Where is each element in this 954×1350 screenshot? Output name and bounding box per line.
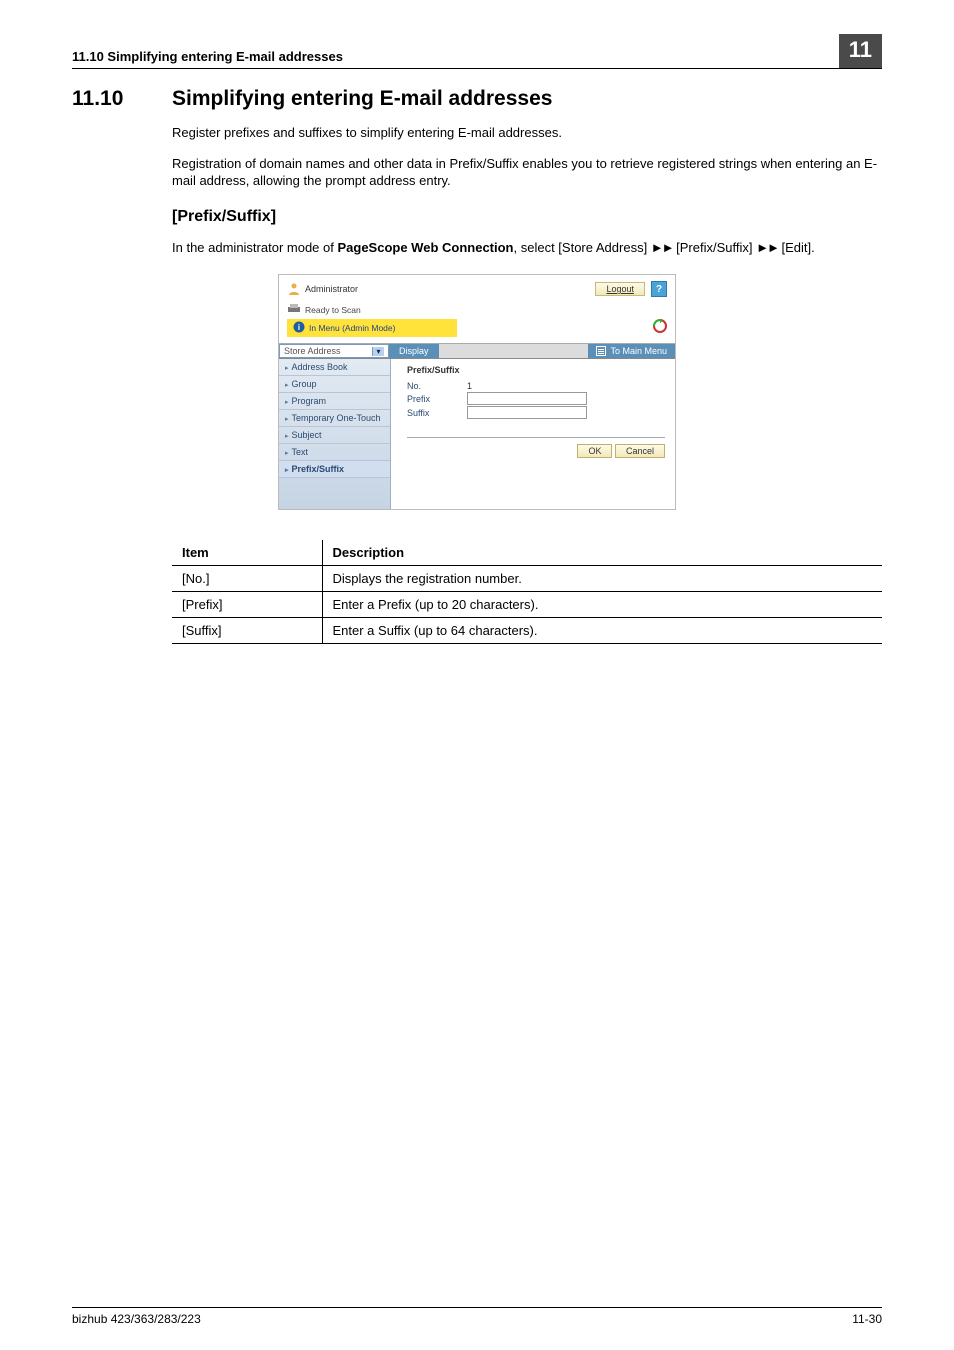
cell-item: [Prefix] bbox=[172, 592, 322, 618]
chevron-down-icon: ▾ bbox=[372, 347, 384, 356]
footer-right: 11-30 bbox=[852, 1312, 882, 1326]
sidebar-item-group[interactable]: ▸Group bbox=[279, 376, 390, 393]
instr-bold: PageScope Web Connection bbox=[337, 240, 513, 255]
sidebar-item-label: Temporary One-Touch bbox=[292, 413, 381, 423]
sidebar-item-subject[interactable]: ▸Subject bbox=[279, 427, 390, 444]
cell-desc: Displays the registration number. bbox=[322, 566, 882, 592]
instr-c: [Edit]. bbox=[778, 240, 815, 255]
arrow-icon: ►► bbox=[651, 240, 673, 255]
sidebar-item-program[interactable]: ▸Program bbox=[279, 393, 390, 410]
instr-a: , select [Store Address] bbox=[514, 240, 651, 255]
status-menu-text: In Menu (Admin Mode) bbox=[309, 323, 395, 333]
footer-left: bizhub 423/363/283/223 bbox=[72, 1312, 201, 1326]
store-address-label: Store Address bbox=[284, 346, 341, 356]
form-title: Prefix/Suffix bbox=[407, 365, 665, 375]
paragraph-1: Register prefixes and suffixes to simpli… bbox=[172, 124, 882, 142]
info-icon: i bbox=[293, 321, 305, 335]
sidebar-item-prefix-suffix[interactable]: ▸Prefix/Suffix bbox=[279, 461, 390, 478]
instr-pre: In the administrator mode of bbox=[172, 240, 337, 255]
table-row: [Suffix] Enter a Suffix (up to 64 charac… bbox=[172, 618, 882, 644]
sidebar-item-label: Text bbox=[292, 447, 309, 457]
status-ready: Ready to Scan bbox=[305, 305, 361, 315]
arrow-icon: ►► bbox=[756, 240, 778, 255]
running-head-text: 11.10 Simplifying entering E-mail addres… bbox=[72, 49, 827, 64]
to-main-label: To Main Menu bbox=[610, 346, 667, 356]
cell-item: [No.] bbox=[172, 566, 322, 592]
to-main-menu-button[interactable]: To Main Menu bbox=[588, 344, 675, 358]
printer-icon bbox=[287, 303, 301, 317]
table-row: [No.] Displays the registration number. bbox=[172, 566, 882, 592]
suffix-label: Suffix bbox=[407, 408, 467, 418]
sidebar-item-address-book[interactable]: ▸Address Book bbox=[279, 359, 390, 376]
instruction-line: In the administrator mode of PageScope W… bbox=[172, 239, 882, 257]
prefix-input[interactable] bbox=[467, 392, 587, 405]
prefix-label: Prefix bbox=[407, 394, 467, 404]
paragraph-2: Registration of domain names and other d… bbox=[172, 155, 882, 190]
admin-label: Administrator bbox=[305, 284, 358, 294]
help-icon[interactable]: ? bbox=[651, 281, 667, 297]
no-label: No. bbox=[407, 381, 467, 391]
suffix-input[interactable] bbox=[467, 406, 587, 419]
no-value: 1 bbox=[467, 381, 472, 391]
screenshot-panel: Administrator Logout ? Ready to Scan bbox=[278, 274, 676, 510]
ok-button[interactable]: OK bbox=[577, 444, 612, 458]
svg-text:i: i bbox=[298, 323, 300, 332]
status-menu-bar: i In Menu (Admin Mode) bbox=[287, 319, 457, 337]
sub-heading: [Prefix/Suffix] bbox=[172, 208, 882, 226]
page-footer: bizhub 423/363/283/223 11-30 bbox=[72, 1307, 882, 1326]
section-heading: 11.10 Simplifying entering E-mail addres… bbox=[72, 87, 882, 111]
sidebar-item-label: Prefix/Suffix bbox=[292, 464, 345, 474]
sidebar-item-temporary[interactable]: ▸Temporary One-Touch bbox=[279, 410, 390, 427]
description-table: Item Description [No.] Displays the regi… bbox=[172, 540, 882, 644]
section-title: Simplifying entering E-mail addresses bbox=[172, 87, 552, 111]
sidebar: ▸Address Book ▸Group ▸Program ▸Temporary… bbox=[279, 359, 391, 509]
section-number: 11.10 bbox=[72, 87, 172, 111]
chapter-badge: 11 bbox=[839, 34, 882, 68]
table-head-item: Item bbox=[172, 540, 322, 566]
store-address-select[interactable]: Store Address ▾ bbox=[279, 344, 389, 358]
table-row: [Prefix] Enter a Prefix (up to 20 charac… bbox=[172, 592, 882, 618]
admin-icon bbox=[287, 282, 301, 296]
refresh-icon[interactable] bbox=[653, 319, 667, 335]
table-head-desc: Description bbox=[322, 540, 882, 566]
running-header: 11.10 Simplifying entering E-mail addres… bbox=[72, 30, 882, 69]
sidebar-item-label: Subject bbox=[292, 430, 322, 440]
cell-desc: Enter a Prefix (up to 20 characters). bbox=[322, 592, 882, 618]
cancel-button[interactable]: Cancel bbox=[615, 444, 665, 458]
cell-desc: Enter a Suffix (up to 64 characters). bbox=[322, 618, 882, 644]
sidebar-item-label: Group bbox=[292, 379, 317, 389]
cell-item: [Suffix] bbox=[172, 618, 322, 644]
menu-list-icon bbox=[596, 346, 606, 356]
sidebar-item-label: Program bbox=[292, 396, 327, 406]
sidebar-item-text[interactable]: ▸Text bbox=[279, 444, 390, 461]
instr-b: [Prefix/Suffix] bbox=[673, 240, 757, 255]
display-tab[interactable]: Display bbox=[389, 344, 439, 358]
sidebar-item-label: Address Book bbox=[292, 362, 348, 372]
logout-button[interactable]: Logout bbox=[595, 282, 645, 296]
